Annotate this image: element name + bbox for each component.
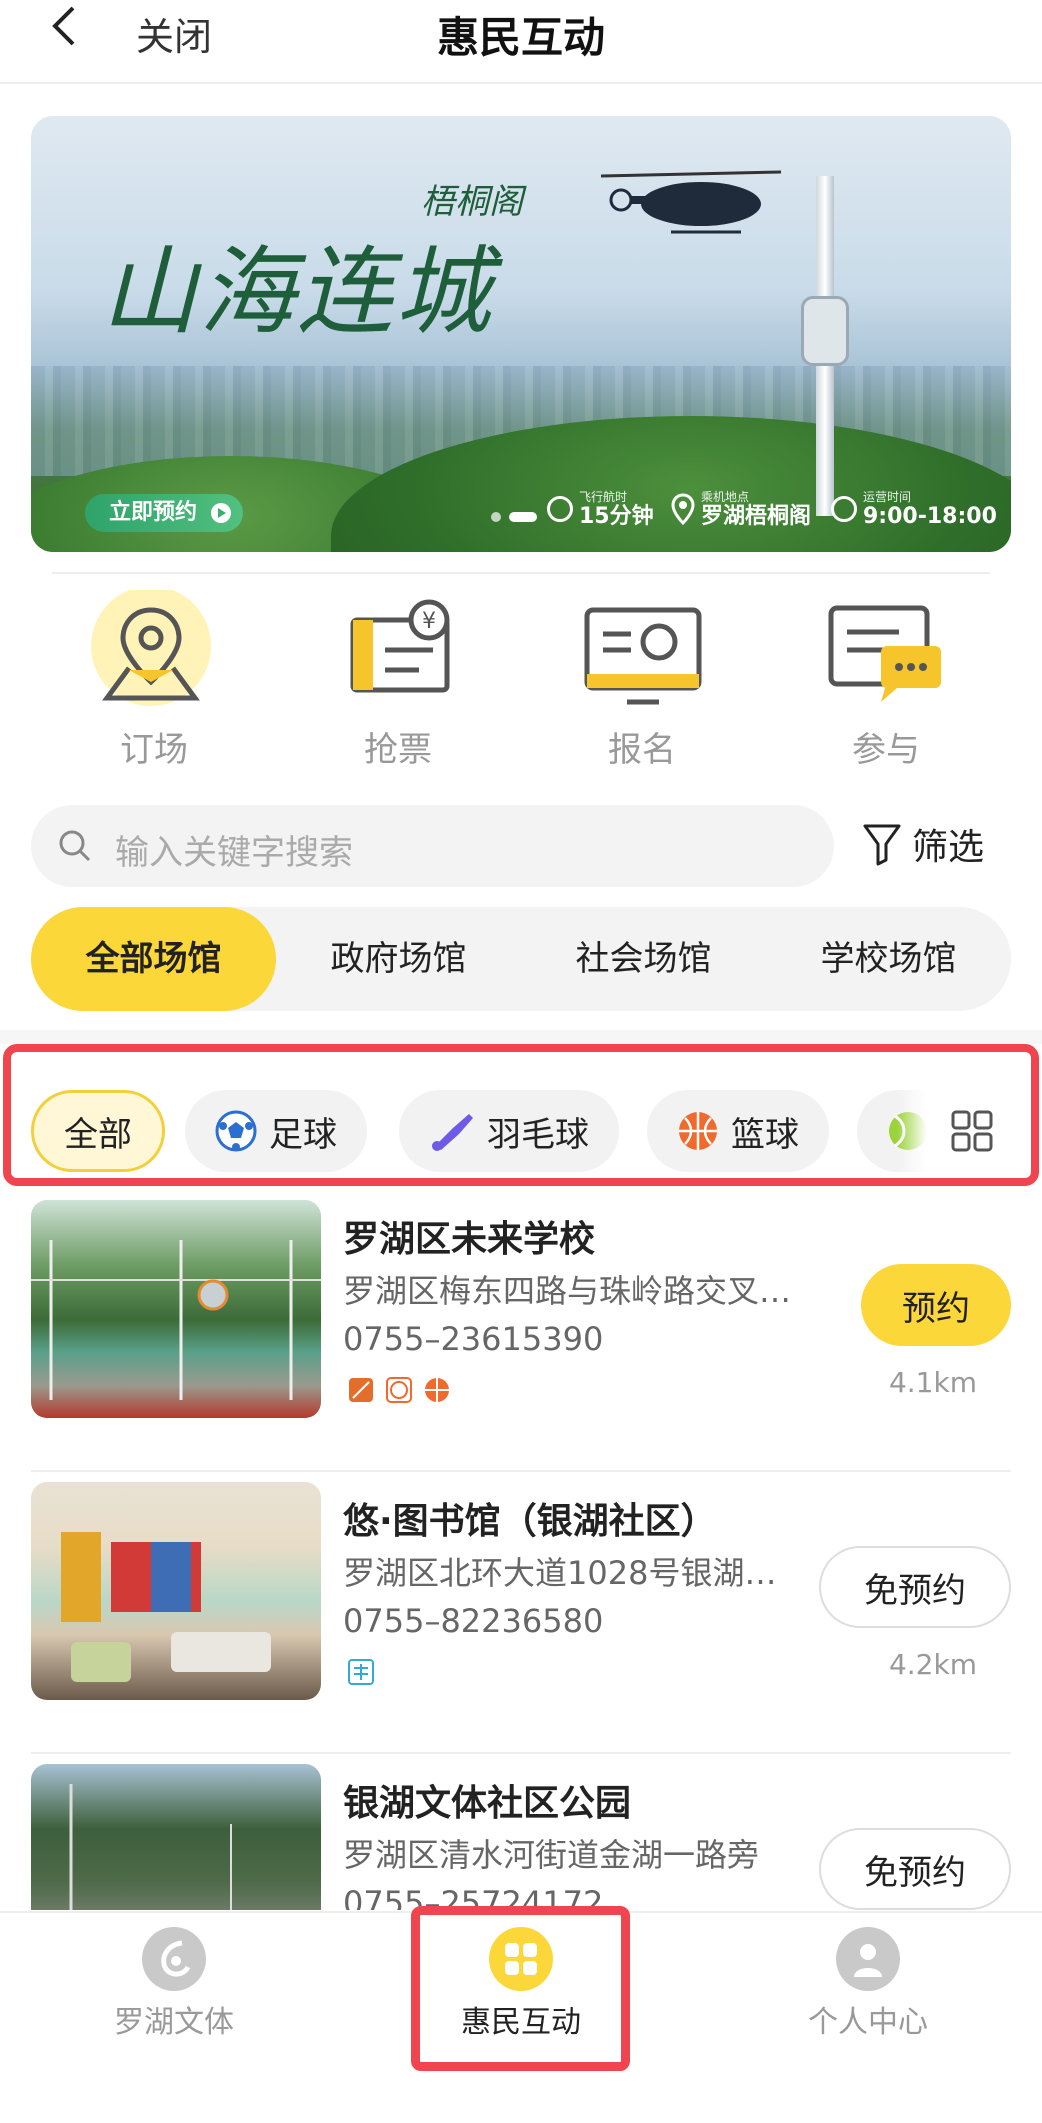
- hours-label: 运营时间: [863, 490, 912, 504]
- luohu-logo-icon: [142, 1927, 206, 1991]
- page-title: 惠民互动: [436, 13, 605, 62]
- carousel-dot-active[interactable]: [509, 512, 537, 522]
- venue-photo: [31, 1764, 321, 1910]
- no-booking-needed-button[interactable]: 免预约: [819, 1828, 1011, 1910]
- user-icon: [836, 1927, 900, 1991]
- chip-label: 篮球: [731, 1114, 799, 1155]
- quick-entry-label: 参与: [852, 730, 920, 770]
- carousel-dots[interactable]: [491, 512, 537, 522]
- refresh-clock-icon: [831, 495, 857, 522]
- library-icon: [348, 1659, 374, 1685]
- section-separator: [0, 1030, 1042, 1044]
- venue-address: 罗湖区梅东四路与珠岭路交叉…: [343, 1272, 792, 1310]
- helicopter-icon: [600, 170, 782, 234]
- venue-distance: 4.1km: [888, 1366, 977, 1399]
- chip-label: 羽毛球: [487, 1114, 589, 1155]
- hours-info: 运营时间 9:00-18:00: [831, 488, 997, 529]
- nav-luohu-sports[interactable]: 罗湖文体: [74, 1913, 274, 2041]
- venue-sport-tags: [347, 1658, 375, 1686]
- tab-government-venues[interactable]: 政府场馆: [276, 907, 521, 1011]
- svg-text:¥: ¥: [422, 609, 436, 634]
- monitor-globe-icon: [577, 590, 707, 720]
- venue-distance: 4.2km: [888, 1648, 977, 1681]
- venue-photo: [31, 1482, 321, 1700]
- book-now-label: 立即预约: [109, 500, 198, 525]
- venue-name: 银湖文体社区公园: [343, 1783, 632, 1824]
- boarding-value: 罗湖梧桐阁: [701, 504, 812, 529]
- flight-time-label: 飞行航时: [579, 490, 628, 504]
- football-icon: [215, 1110, 257, 1152]
- quick-entry-tickets[interactable]: ¥ 抢票: [308, 590, 488, 771]
- chip-football[interactable]: 足球: [185, 1090, 367, 1172]
- location-pin-icon: [89, 590, 219, 720]
- tab-public-venues[interactable]: 社会场馆: [521, 907, 766, 1011]
- venue-address: 罗湖区清水河街道金湖一路旁: [343, 1836, 760, 1874]
- map-pin-icon: [671, 492, 695, 525]
- chat-screen-icon: [821, 590, 951, 720]
- no-booking-needed-button[interactable]: 免预约: [819, 1546, 1011, 1628]
- brand-title: 山海连城: [101, 236, 493, 348]
- chip-all-sports[interactable]: 全部: [31, 1090, 165, 1172]
- venue-row[interactable]: 银湖文体社区公园 罗湖区清水河街道金湖一路旁 0755–25724172 免预约: [31, 1754, 1011, 1910]
- shuttlecock-icon: [432, 1114, 473, 1151]
- venue-name: 悠·图书馆（银湖社区）: [343, 1501, 717, 1542]
- chip-badminton[interactable]: 羽毛球: [399, 1090, 619, 1172]
- basketball-court-icon: [386, 1377, 412, 1403]
- promo-banner[interactable]: 梧桐阁 山海连城 立即预约 飞行航时 15分钟 乘机地点 罗湖梧桐阁 运营时间 9:0…: [31, 116, 1011, 552]
- venue-list: 罗湖区未来学校 罗湖区梅东四路与珠岭路交叉… 0755–23615390 预约 …: [0, 1190, 1042, 1910]
- flight-time-info: 飞行航时 15分钟: [547, 488, 654, 529]
- venue-phone[interactable]: 0755–82236580: [343, 1602, 603, 1640]
- boarding-info: 乘机地点 罗湖梧桐阁: [671, 488, 811, 529]
- venue-type-tabs: 全部场馆 政府场馆 社会场馆 学校场馆: [31, 907, 1011, 1011]
- clock-icon: [547, 495, 573, 522]
- basketball-icon: [425, 1378, 449, 1402]
- quick-entry-book-venue[interactable]: 订场: [64, 590, 244, 771]
- search-input[interactable]: 输入关键字搜索: [115, 825, 353, 874]
- boarding-label: 乘机地点: [701, 490, 750, 504]
- quick-entry-label: 订场: [120, 730, 188, 770]
- basketball-icon: [679, 1112, 717, 1150]
- search-icon: [59, 830, 91, 862]
- quick-entry-label: 抢票: [364, 730, 432, 770]
- quick-entry-signup[interactable]: 报名: [552, 590, 732, 771]
- chip-label: 全部: [64, 1114, 132, 1155]
- book-now-button[interactable]: 立即预约: [85, 494, 244, 532]
- nav-personal-center[interactable]: 个人中心: [768, 1913, 968, 2041]
- book-button[interactable]: 预约: [861, 1264, 1011, 1346]
- quick-entry-row: 订场 ¥ 抢票 报名 参与: [0, 590, 1042, 770]
- nav-label: 罗湖文体: [114, 2005, 234, 2040]
- top-header: 关闭 惠民互动: [0, 0, 1042, 84]
- quick-entry-participate[interactable]: 参与: [796, 590, 976, 771]
- venue-row[interactable]: 悠·图书馆（银湖社区） 罗湖区北环大道1028号银湖… 0755–8223658…: [31, 1472, 1011, 1754]
- venue-row[interactable]: 罗湖区未来学校 罗湖区梅东四路与珠岭路交叉… 0755–23615390 预约 …: [31, 1190, 1011, 1472]
- divider: [52, 572, 990, 574]
- bottom-navigation: 罗湖文体 惠民互动 个人中心: [0, 1906, 1042, 2123]
- play-arrow-icon: [211, 503, 232, 523]
- hours-value: 9:00-18:00: [863, 504, 997, 529]
- chip-basketball[interactable]: 篮球: [647, 1090, 829, 1172]
- ticket-icon: ¥: [333, 590, 463, 720]
- highlight-box: [411, 1906, 630, 2071]
- more-categories-grid-icon[interactable]: [897, 1090, 1017, 1172]
- venue-phone[interactable]: 0755–23615390: [343, 1320, 603, 1358]
- carousel-dot[interactable]: [491, 512, 501, 522]
- tab-school-venues[interactable]: 学校场馆: [766, 907, 1011, 1011]
- flight-time-value: 15分钟: [579, 504, 654, 529]
- tab-all-venues[interactable]: 全部场馆: [31, 907, 276, 1011]
- sport-filter-row: 全部 足球 羽毛球 篮球: [3, 1044, 1039, 1186]
- quick-entry-label: 报名: [608, 730, 676, 770]
- nav-label: 个人中心: [808, 2005, 928, 2040]
- venue-sport-tags: [347, 1376, 451, 1404]
- track-icon: [349, 1378, 373, 1402]
- filter-funnel-icon: [863, 824, 901, 866]
- tv-tower-top: [801, 296, 849, 366]
- filter-label: 筛选: [912, 827, 985, 868]
- venue-address: 罗湖区北环大道1028号银湖…: [343, 1554, 777, 1592]
- filter-button[interactable]: 筛选: [862, 818, 984, 870]
- venue-photo: [31, 1200, 321, 1418]
- search-bar[interactable]: 输入关键字搜索: [31, 805, 834, 887]
- venue-name: 罗湖区未来学校: [343, 1219, 596, 1260]
- chip-label: 足球: [269, 1114, 337, 1155]
